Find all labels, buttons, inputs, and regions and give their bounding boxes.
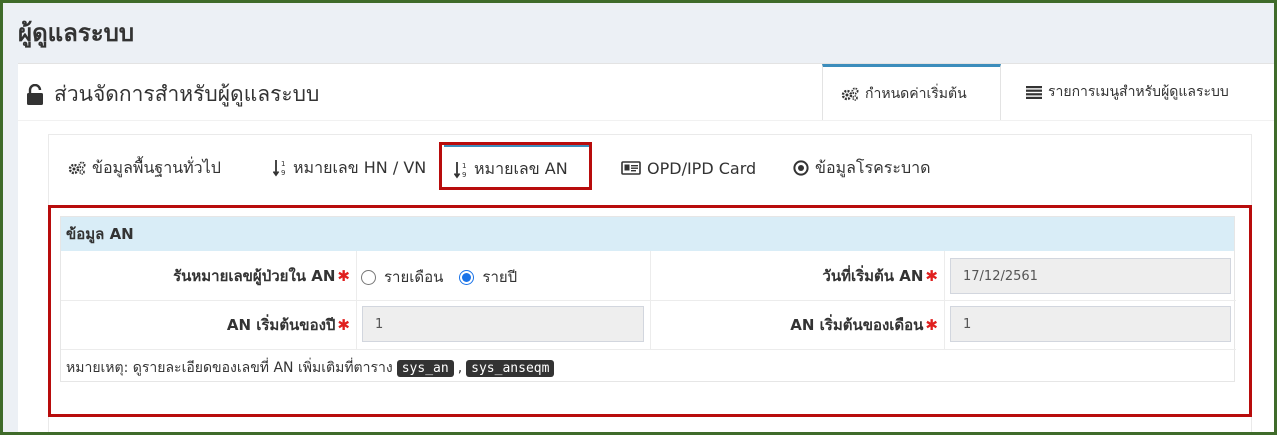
radio-yearly[interactable] bbox=[459, 269, 475, 285]
row-divider bbox=[61, 349, 1236, 350]
start-date-label: วันที่เริ่มต้น AN ✱ bbox=[822, 266, 938, 285]
svg-text:1: 1 bbox=[462, 162, 466, 170]
svg-text:1: 1 bbox=[281, 160, 285, 168]
app-frame: ผู้ดูแลระบบ ส่วนจัดการสำหรับผู้ดูแลระบบ … bbox=[3, 3, 1274, 432]
subtab-an[interactable]: 1 9 หมายเลข AN bbox=[444, 144, 589, 192]
table-name-code: sys_anseqm bbox=[466, 359, 555, 377]
year-start-input[interactable]: 1 bbox=[362, 306, 644, 342]
sort-numeric-icon: 1 9 bbox=[273, 159, 287, 177]
run-mode-radio-group: รายเดือน รายปี bbox=[361, 265, 517, 289]
subtab-epidemic-label: ข้อมูลโรคระบาด bbox=[815, 157, 931, 177]
panel-title: ส่วนจัดการสำหรับผู้ดูแลระบบ bbox=[26, 78, 319, 111]
id-card-icon bbox=[621, 161, 641, 175]
tab-admin-menu-list-label: รายการเมนูสำหรับผู้ดูแลระบบ bbox=[1048, 84, 1229, 100]
run-mode-label: รันหมายเลขผู้ป่วยใน AN ✱ bbox=[173, 266, 350, 285]
month-start-label: AN เริ่มต้นของเดือน ✱ bbox=[790, 315, 938, 334]
required-mark: ✱ bbox=[925, 315, 938, 334]
subtab-opd-ipd-card[interactable]: OPD/IPD Card bbox=[611, 144, 766, 192]
year-start-label: AN เริ่มต้นของปี ✱ bbox=[226, 315, 350, 334]
required-mark: ✱ bbox=[337, 266, 350, 285]
note: หมายเหตุ: ดูรายละเอียดของเลขที่ AN เพิ่ม… bbox=[66, 357, 558, 379]
subtab-epidemic[interactable]: ข้อมูลโรคระบาด bbox=[783, 144, 941, 192]
radio-monthly-label: รายเดือน bbox=[384, 268, 444, 286]
page-title: ผู้ดูแลระบบ bbox=[18, 19, 135, 47]
radio-yearly-label: รายปี bbox=[482, 268, 518, 286]
svg-text:9: 9 bbox=[462, 171, 466, 179]
an-form: ข้อมูล AN รันหมายเลขผู้ป่วยใน AN ✱ รายเดื… bbox=[60, 216, 1236, 382]
svg-text:9: 9 bbox=[281, 169, 285, 177]
required-mark: ✱ bbox=[337, 315, 350, 334]
subtab-an-label: หมายเลข AN bbox=[474, 159, 568, 178]
note-separator: , bbox=[457, 360, 463, 376]
subtab-hn-vn-label: หมายเลข HN / VN bbox=[293, 157, 427, 177]
gears-icon bbox=[68, 161, 86, 175]
subtab-opd-ipd-card-label: OPD/IPD Card bbox=[647, 158, 757, 178]
subtab-hn-vn[interactable]: 1 9 หมายเลข HN / VN bbox=[263, 144, 436, 192]
tab-admin-menu-list[interactable]: รายการเมนูสำหรับผู้ดูแลระบบ bbox=[1008, 64, 1247, 120]
list-icon bbox=[1026, 85, 1042, 99]
subtab-general-info[interactable]: ข้อมูลพื้นฐานทั่วไป bbox=[58, 144, 231, 192]
subtab-general-info-label: ข้อมูลพื้นฐานทั่วไป bbox=[92, 157, 221, 177]
month-start-input[interactable]: 1 bbox=[950, 306, 1231, 342]
table-name-code: sys_an bbox=[396, 359, 454, 377]
gears-icon bbox=[841, 87, 859, 101]
panel-title-text: ส่วนจัดการสำหรับผู้ดูแลระบบ bbox=[54, 82, 320, 106]
note-text: หมายเหตุ: ดูรายละเอียดของเลขที่ AN เพิ่ม… bbox=[66, 360, 393, 376]
required-mark: ✱ bbox=[925, 266, 938, 285]
tab-divider bbox=[18, 120, 1274, 121]
tab-default-settings-label: กำหนดค่าเริ่มต้น bbox=[865, 85, 967, 102]
unlock-icon bbox=[27, 83, 43, 105]
start-date-input[interactable]: 17/12/2561 bbox=[950, 258, 1231, 294]
tab-default-settings[interactable]: กำหนดค่าเริ่มต้น bbox=[822, 64, 1001, 120]
sort-numeric-icon: 1 9 bbox=[454, 161, 468, 179]
dot-circle-icon bbox=[793, 160, 809, 176]
admin-panel: ส่วนจัดการสำหรับผู้ดูแลระบบ กำหนดค่าเริ่… bbox=[18, 63, 1274, 432]
radio-monthly[interactable] bbox=[361, 269, 376, 285]
form-heading: ข้อมูล AN bbox=[61, 217, 1234, 251]
